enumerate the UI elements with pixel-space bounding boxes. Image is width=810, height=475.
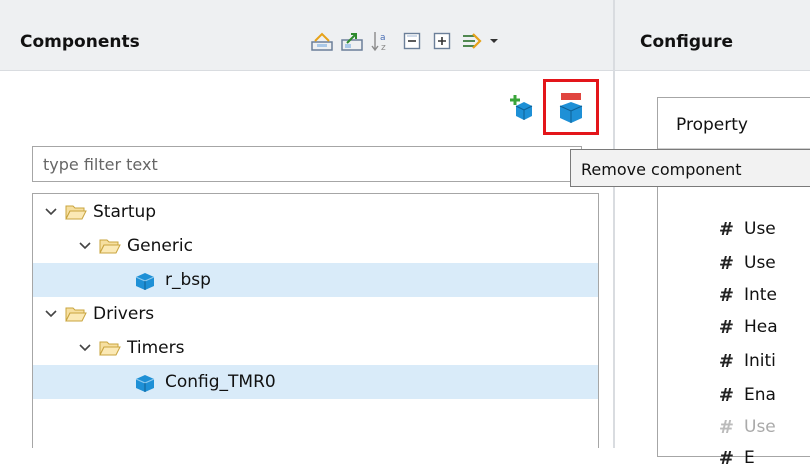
tree-item-label: Drivers xyxy=(93,304,155,324)
tree-item-config-tmr0[interactable]: Config_TMR0 xyxy=(33,365,598,399)
remove-component-tooltip: Remove component xyxy=(570,149,810,187)
property-label: Initi xyxy=(744,351,776,371)
component-cube-icon xyxy=(135,375,155,392)
tree-item-r-bsp[interactable]: r_bsp xyxy=(33,263,598,297)
hash-icon: # xyxy=(718,447,734,469)
hash-icon: # xyxy=(718,350,734,372)
tree-item-label: Config_TMR0 xyxy=(165,372,276,392)
tree-item-generic[interactable]: Generic xyxy=(33,229,598,263)
property-row[interactable]: # Initi xyxy=(658,344,810,378)
property-header-label: Property xyxy=(676,115,748,135)
tree-item-timers[interactable]: Timers xyxy=(33,331,598,365)
property-label: Ena xyxy=(744,385,776,405)
property-row[interactable]: # Use xyxy=(658,410,810,444)
remove-component-highlight[interactable] xyxy=(543,79,599,135)
view-menu-chevron-icon[interactable] xyxy=(487,30,501,52)
property-row[interactable]: # Use xyxy=(658,246,810,280)
tree-item-startup[interactable]: Startup xyxy=(33,195,598,229)
tree-item-label: Generic xyxy=(127,236,193,256)
chevron-down-icon[interactable] xyxy=(77,340,93,356)
property-row[interactable]: # E xyxy=(658,441,810,475)
component-tree[interactable]: Startup Generic r_bsp Drivers Timers Con… xyxy=(32,193,599,448)
hash-icon: # xyxy=(718,252,734,274)
collapse-icon[interactable] xyxy=(400,30,424,52)
hash-icon: # xyxy=(718,284,734,306)
tree-item-label: Startup xyxy=(93,202,157,222)
add-component-icon[interactable] xyxy=(508,92,540,124)
folder-open-icon xyxy=(99,341,121,356)
sort-az-icon[interactable]: az xyxy=(370,30,394,52)
chevron-down-icon[interactable] xyxy=(43,306,59,322)
property-label: Use xyxy=(744,417,776,437)
property-label: Use xyxy=(744,219,776,239)
hash-icon: # xyxy=(718,316,734,338)
collapse-all-icon[interactable] xyxy=(310,30,334,52)
property-label: Hea xyxy=(744,317,778,337)
components-panel-title: Components xyxy=(20,32,140,52)
folder-open-icon xyxy=(99,239,121,254)
svg-text:z: z xyxy=(381,43,386,52)
property-row[interactable]: # Inte xyxy=(658,278,810,312)
configure-panel-title: Configure xyxy=(640,32,734,52)
chevron-down-icon[interactable] xyxy=(77,238,93,254)
filter-input[interactable] xyxy=(32,146,582,182)
expand-all-icon[interactable] xyxy=(430,30,454,52)
expand-icon[interactable] xyxy=(340,30,364,52)
tree-item-drivers[interactable]: Drivers xyxy=(33,297,598,331)
property-row[interactable]: # Hea xyxy=(658,310,810,344)
hash-icon: # xyxy=(718,384,734,406)
property-row[interactable]: # Ena xyxy=(658,378,810,412)
property-label: Inte xyxy=(744,285,777,305)
hash-icon: # xyxy=(718,218,734,240)
tree-item-label: Timers xyxy=(127,338,185,358)
folder-open-icon xyxy=(65,307,87,322)
property-label: E xyxy=(744,448,755,468)
link-filter-icon[interactable] xyxy=(460,30,484,52)
property-row[interactable]: # Use xyxy=(658,212,810,246)
component-cube-icon xyxy=(135,273,155,290)
hash-icon: # xyxy=(718,416,734,438)
svg-text:a: a xyxy=(380,33,386,43)
chevron-down-icon[interactable] xyxy=(43,204,59,220)
remove-component-icon[interactable] xyxy=(553,90,589,126)
tree-item-label: r_bsp xyxy=(165,270,211,290)
folder-open-icon xyxy=(65,205,87,220)
property-column-header[interactable]: Property xyxy=(658,98,810,149)
property-label: Use xyxy=(744,253,776,273)
